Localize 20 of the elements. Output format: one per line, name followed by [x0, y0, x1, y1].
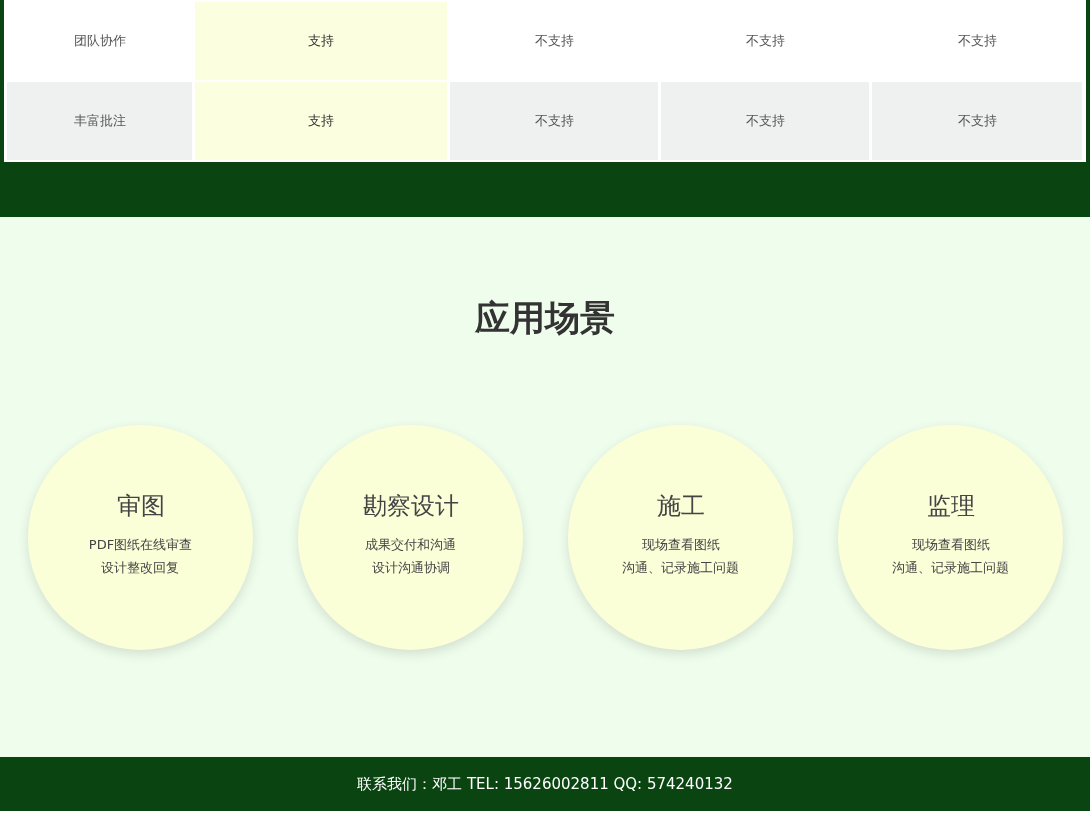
scenario-description: PDF图纸在线审查	[88, 536, 193, 554]
table-cell: 不支持	[450, 82, 658, 160]
scenario-title: 施工	[656, 491, 705, 522]
scenario-title: 监理	[926, 491, 975, 522]
scenario-title: 审图	[116, 491, 165, 522]
section-title: 应用场景	[475, 297, 615, 340]
scenario-description: 设计整改回复	[101, 559, 180, 577]
table-cell: 不支持	[872, 82, 1082, 160]
scenario-title: 勘察设计	[362, 491, 459, 522]
scenario-description: 现场查看图纸	[911, 536, 990, 554]
scenario-description: 沟通、记录施工问题	[622, 559, 739, 577]
table-cell: 支持	[195, 82, 447, 160]
scenario-description: 现场查看图纸	[641, 536, 720, 554]
table-cell: 丰富批注	[7, 82, 192, 160]
contact-info: 联系我们：邓工 TEL: 15626002811 QQ: 574240132	[357, 773, 733, 795]
scenario-description: 沟通、记录施工问题	[892, 559, 1009, 577]
scenario-description: 设计沟通协调	[371, 559, 450, 577]
table-cell: 不支持	[661, 82, 869, 160]
scenario-description: 成果交付和沟通	[365, 536, 456, 554]
table-cell: 支持	[195, 2, 447, 80]
